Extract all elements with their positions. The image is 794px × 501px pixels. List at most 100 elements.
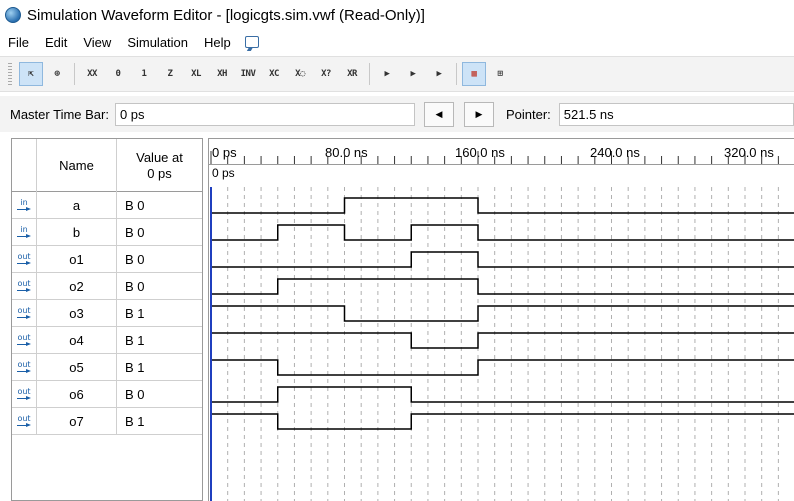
signal-row-o3[interactable]: out o3 B 1 — [12, 300, 202, 327]
header-value-line2: 0 ps — [147, 165, 172, 181]
menu-file[interactable]: File — [0, 35, 37, 50]
zoom-tool-button[interactable]: ⊕ — [45, 62, 69, 86]
pin-arrow-icon — [17, 342, 31, 347]
signal-row-b[interactable]: in b B 0 — [12, 219, 202, 246]
signal-row-o6[interactable]: out o6 B 0 — [12, 381, 202, 408]
signal-value: B 0 — [125, 252, 145, 267]
forcing-unknown-button[interactable]: XX — [80, 62, 104, 86]
pointer-field: 521.5 ns — [558, 102, 794, 126]
signal-row-o5[interactable]: out o5 B 1 — [12, 354, 202, 381]
pin-direction: in — [20, 198, 28, 207]
signal-name: o1 — [37, 246, 117, 273]
signal-value: B 1 — [125, 333, 145, 348]
waveform-o1 — [211, 251, 794, 268]
previous-transition-button[interactable]: ◀ — [423, 101, 454, 127]
pin-direction: out — [17, 252, 31, 261]
waveform-a — [211, 197, 794, 214]
signal-value: B 0 — [125, 225, 145, 240]
signal-name: o3 — [37, 300, 117, 327]
signal-name: a — [37, 192, 117, 219]
invert-button[interactable]: INV — [236, 62, 260, 86]
master-time-bar-label: Master Time Bar: — [10, 106, 109, 122]
header-name[interactable]: Name — [37, 139, 117, 192]
waveform-o6 — [211, 386, 794, 403]
forcing-low-button[interactable]: 0 — [106, 62, 130, 86]
pin-arrow-icon — [17, 396, 31, 401]
in-pin-icon: in — [12, 219, 37, 246]
signal-name: o6 — [37, 381, 117, 408]
out-pin-icon: out — [12, 246, 37, 273]
forcing-high-button[interactable]: 1 — [132, 62, 156, 86]
menu-bar: File Edit View Simulation Help — [0, 30, 794, 54]
comment-icon[interactable] — [244, 36, 259, 48]
out-pin-icon: out — [12, 327, 37, 354]
signal-name: b — [37, 219, 117, 246]
out-pin-icon: out — [12, 273, 37, 300]
pin-direction: out — [17, 306, 31, 315]
count-value-button[interactable]: XC — [262, 62, 286, 86]
master-time-bar-field[interactable]: 0 ps — [114, 102, 415, 126]
time-bar: Master Time Bar: 0 ps ◀ ▶ Pointer: 521.5… — [0, 96, 794, 132]
snap-grid-icon: ▦ — [471, 69, 477, 79]
next-transition-button[interactable]: ▶ — [463, 101, 494, 127]
menu-view[interactable]: View — [75, 35, 119, 50]
pin-direction: out — [17, 414, 31, 423]
snap-to-grid-button[interactable]: ▦ — [462, 62, 486, 86]
overwrite-clock-button[interactable]: X◌ — [288, 62, 312, 86]
random-values-button[interactable]: X? — [314, 62, 338, 86]
signal-value: B 1 — [125, 360, 145, 375]
run-functional-simulation-button[interactable]: ▶ — [375, 62, 399, 86]
out-pin-icon: out — [12, 381, 37, 408]
signal-name: o2 — [37, 273, 117, 300]
signal-row-o2[interactable]: out o2 B 0 — [12, 273, 202, 300]
signal-table: Name Value at 0 ps in a B 0 in b B 0 out o1 B 0o… — [11, 138, 203, 501]
out-pin-icon: out — [12, 300, 37, 327]
high-impedance-button[interactable]: Z — [158, 62, 182, 86]
selection-tool-button[interactable]: ⇱ — [19, 62, 43, 86]
weak-low-button[interactable]: XL — [184, 62, 208, 86]
waveform-o7 — [211, 413, 794, 430]
pin-arrow-icon — [17, 288, 31, 293]
signal-name: o4 — [37, 327, 117, 354]
menu-simulation[interactable]: Simulation — [119, 35, 196, 50]
waveform-o3 — [211, 305, 794, 322]
signal-value: B 0 — [125, 387, 145, 402]
pin-direction: out — [17, 360, 31, 369]
pin-arrow-icon — [17, 315, 31, 320]
waveform-b — [211, 224, 794, 241]
header-icon-column — [12, 139, 37, 192]
signal-row-o7[interactable]: out o7 B 1 — [12, 408, 202, 435]
window-title: Simulation Waveform Editor - [logicgts.s… — [27, 6, 425, 24]
pin-direction: out — [17, 333, 31, 342]
toolbar-grip[interactable] — [8, 63, 12, 85]
signal-value: B 0 — [125, 198, 145, 213]
pin-direction: in — [20, 225, 28, 234]
generate-netlist-button[interactable]: ▶ — [427, 62, 451, 86]
menu-help[interactable]: Help — [196, 35, 239, 50]
pin-arrow-icon — [17, 234, 31, 239]
run-timing-simulation-button[interactable]: ▶ — [401, 62, 425, 86]
signal-name: o5 — [37, 354, 117, 381]
menu-edit[interactable]: Edit — [37, 35, 75, 50]
waveform-o2 — [211, 278, 794, 295]
header-value[interactable]: Value at 0 ps — [117, 139, 202, 192]
signal-name: o7 — [37, 408, 117, 435]
signal-row-a[interactable]: in a B 0 — [12, 192, 202, 219]
pin-arrow-icon — [17, 423, 31, 428]
signal-value: B 1 — [125, 414, 145, 429]
signal-row-o4[interactable]: out o4 B 1 — [12, 327, 202, 354]
waveform-o5 — [211, 359, 794, 376]
pin-direction: out — [17, 387, 31, 396]
pin-direction: out — [17, 279, 31, 288]
waveform-panel[interactable]: 0 ps 80.0 ns 160.0 ns 240.0 ns 320.0 ns … — [208, 138, 794, 501]
weak-high-button[interactable]: XH — [210, 62, 234, 86]
group-button[interactable]: ⊞ — [488, 62, 512, 86]
toolbar-separator — [74, 63, 75, 85]
pin-arrow-icon — [17, 261, 31, 266]
signal-row-o1[interactable]: out o1 B 0 — [12, 246, 202, 273]
pointer-label: Pointer: — [505, 106, 551, 122]
out-pin-icon: out — [12, 354, 37, 381]
arbitrary-value-button[interactable]: XR — [340, 62, 364, 86]
waveform-canvas[interactable] — [209, 139, 794, 501]
toolbar: ⇱ ⊕ XX 0 1 Z XL XH INV XC X◌ X? XR ▶ ▶ ▶… — [0, 56, 794, 92]
